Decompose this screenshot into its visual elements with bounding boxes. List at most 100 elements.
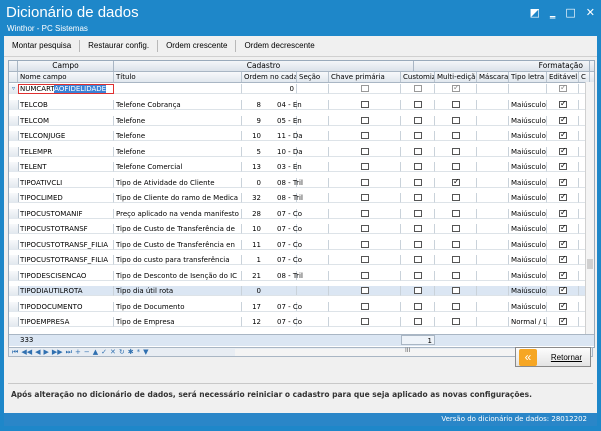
close-icon[interactable]: ✕ [586,6,595,19]
editavel-checkbox[interactable] [559,178,567,187]
cell-mascara[interactable] [477,100,509,110]
cell-chave[interactable] [329,146,401,157]
custom-checkbox[interactable] [414,256,422,263]
table-row[interactable]: TIPODESCISENCAO Tipo de Desconto de Isenç… [9,270,594,281]
custom-checkbox[interactable] [414,271,422,279]
multi-checkbox[interactable] [452,318,460,325]
cell-titulo[interactable]: Telefone Cobrança [114,100,242,110]
header-titulo[interactable]: Título [114,72,242,82]
edit-editavel-cell[interactable] [547,84,579,94]
table-row[interactable]: TIPOCUSTOTRANSF_FILIA Tipo de Custo de Tr… [9,239,594,250]
edit-tipoletra-cell[interactable] [509,84,547,94]
cell-titulo[interactable]: Telefone [114,131,242,141]
table-row[interactable]: TELENT Telefone Comercial 13 03 - En Maiúscu… [9,162,594,172]
custom-checkbox[interactable] [414,318,422,325]
cell-nome[interactable]: TIPOEMPRESA [18,317,114,327]
chave-checkbox[interactable] [361,194,369,201]
cell-chave[interactable] [329,301,401,312]
cell-mascara[interactable] [477,131,509,141]
cell-editavel[interactable] [547,317,579,327]
cell-custom[interactable] [401,286,435,296]
table-row[interactable]: TIPOCUSTOMANIF Preço aplicado na venda ma… [9,208,594,219]
cell-mascara[interactable] [477,162,509,172]
edit-custom-checkbox[interactable] [414,85,422,92]
cell-chave[interactable] [329,224,401,234]
multi-checkbox[interactable] [452,101,460,108]
edit-chave-checkbox[interactable] [361,85,369,92]
cell-editavel[interactable] [547,286,579,296]
cell-chave[interactable] [329,239,401,250]
cell-editavel[interactable] [547,301,579,312]
chave-checkbox[interactable] [361,287,369,294]
cell-nome[interactable]: TIPODESCISENCAO [18,270,114,281]
cell-nome[interactable]: TIPOCUSTOTRANSF_FILIA [18,239,114,250]
table-row[interactable]: TIPOCUSTOTRANSF Tipo de Custo de Transfer… [9,224,594,234]
multi-checkbox[interactable] [452,178,460,187]
cell-tipoletra[interactable]: Maiúsculo [509,162,547,172]
editavel-checkbox[interactable] [559,209,567,218]
chave-checkbox[interactable] [361,256,369,263]
header-nome-campo[interactable]: Nome campo [18,72,114,82]
cell-titulo[interactable]: Telefone [114,146,242,157]
cell-nome[interactable]: TELCOB [18,100,114,110]
edit-nome-cell[interactable]: NUMCARTAOFIDELIDADE [18,84,114,94]
edit-editavel-checkbox[interactable] [559,84,567,93]
cell-secao[interactable]: 07 - Co [275,224,329,234]
editavel-checkbox[interactable] [559,302,567,311]
cell-chave[interactable] [329,177,401,188]
header-multi[interactable]: Multi-edição [435,72,477,82]
cell-mascara[interactable] [477,255,509,265]
cell-secao[interactable]: 07 - Co [275,255,329,265]
cell-chave[interactable] [329,255,401,265]
cell-secao[interactable]: 07 - Co [275,208,329,219]
cell-mascara[interactable] [477,146,509,157]
cell-secao[interactable]: 04 - En [275,100,329,110]
cell-multi[interactable] [435,208,477,219]
cell-secao[interactable]: 08 - Tril [275,177,329,188]
retornar-button[interactable]: « Retornar [515,347,591,367]
cell-multi[interactable] [435,131,477,141]
multi-checkbox[interactable] [452,116,460,124]
ordem-crescente-button[interactable]: Ordem crescente [158,40,237,52]
edit-chave-cell[interactable] [329,84,401,94]
cell-multi[interactable] [435,100,477,110]
table-row[interactable]: TIPOCLIMED Tipo de Cliente do ramo de Med… [9,193,594,203]
custom-checkbox[interactable] [414,116,422,124]
cell-nome[interactable]: TIPOCUSTOTRANSF [18,224,114,234]
cell-nome[interactable]: TIPOCUSTOMANIF [18,208,114,219]
cell-mascara[interactable] [477,239,509,250]
cell-editavel[interactable] [547,224,579,234]
montar-pesquisa-button[interactable]: Montar pesquisa [4,40,81,52]
editavel-checkbox[interactable] [559,255,567,264]
chave-checkbox[interactable] [361,147,369,155]
header-custom[interactable]: Customizável [401,72,435,82]
table-row[interactable]: TELCONJUGE Telefone 10 11 - Da Maiúsculo [9,131,594,141]
multi-checkbox[interactable] [452,132,460,139]
cell-editavel[interactable] [547,115,579,126]
editavel-checkbox[interactable] [559,147,567,156]
editavel-checkbox[interactable] [559,317,567,326]
edit-secao-cell[interactable] [297,84,329,94]
multi-checkbox[interactable] [452,256,460,263]
cell-secao[interactable]: 07 - Co [275,239,329,250]
cell-mascara[interactable] [477,177,509,188]
cell-multi[interactable] [435,270,477,281]
cell-nome[interactable]: TIPODOCUMENTO [18,301,114,312]
table-row[interactable]: TIPOATIVCLI Tipo de Atividade do Cliente 0… [9,177,594,188]
minimize-icon[interactable]: ‗ [550,6,556,19]
cell-titulo[interactable]: Tipo de Custo de Transferência en [114,239,242,250]
prev-page-icon[interactable]: ◀◀ [21,348,32,356]
cell-nome[interactable]: TELEMPR [18,146,114,157]
cell-titulo[interactable]: Tipo do custo para transferência [114,255,242,265]
cell-custom[interactable] [401,270,435,281]
cell-titulo[interactable]: Telefone Comercial [114,162,242,172]
table-row[interactable]: TIPODIAUTILROTA Tipo dia útil rota 0 Maiúsc… [9,286,594,296]
cell-custom[interactable] [401,146,435,157]
custom-checkbox[interactable] [414,132,422,139]
cell-chave[interactable] [329,208,401,219]
cell-multi[interactable] [435,301,477,312]
cell-multi[interactable] [435,286,477,296]
goto-bookmark-icon[interactable]: * [137,348,141,356]
cell-secao[interactable]: 05 - En [275,115,329,126]
edit-multi-checkbox[interactable] [452,84,460,93]
